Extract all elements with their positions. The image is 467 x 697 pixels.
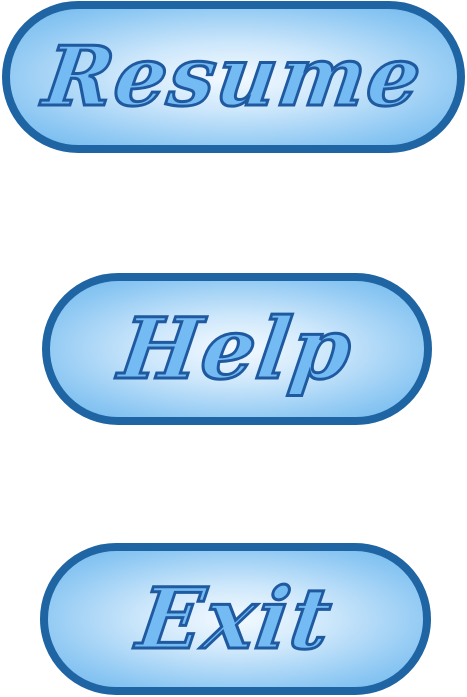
- exit-button-label: Exit: [131, 568, 341, 670]
- help-button-label: Help: [113, 298, 361, 400]
- pause-menu: Resume Help Exit: [0, 0, 467, 697]
- resume-button-label: Resume: [37, 28, 431, 127]
- help-button[interactable]: Help: [42, 273, 432, 425]
- exit-button[interactable]: Exit: [40, 543, 431, 695]
- resume-button[interactable]: Resume: [2, 1, 465, 153]
